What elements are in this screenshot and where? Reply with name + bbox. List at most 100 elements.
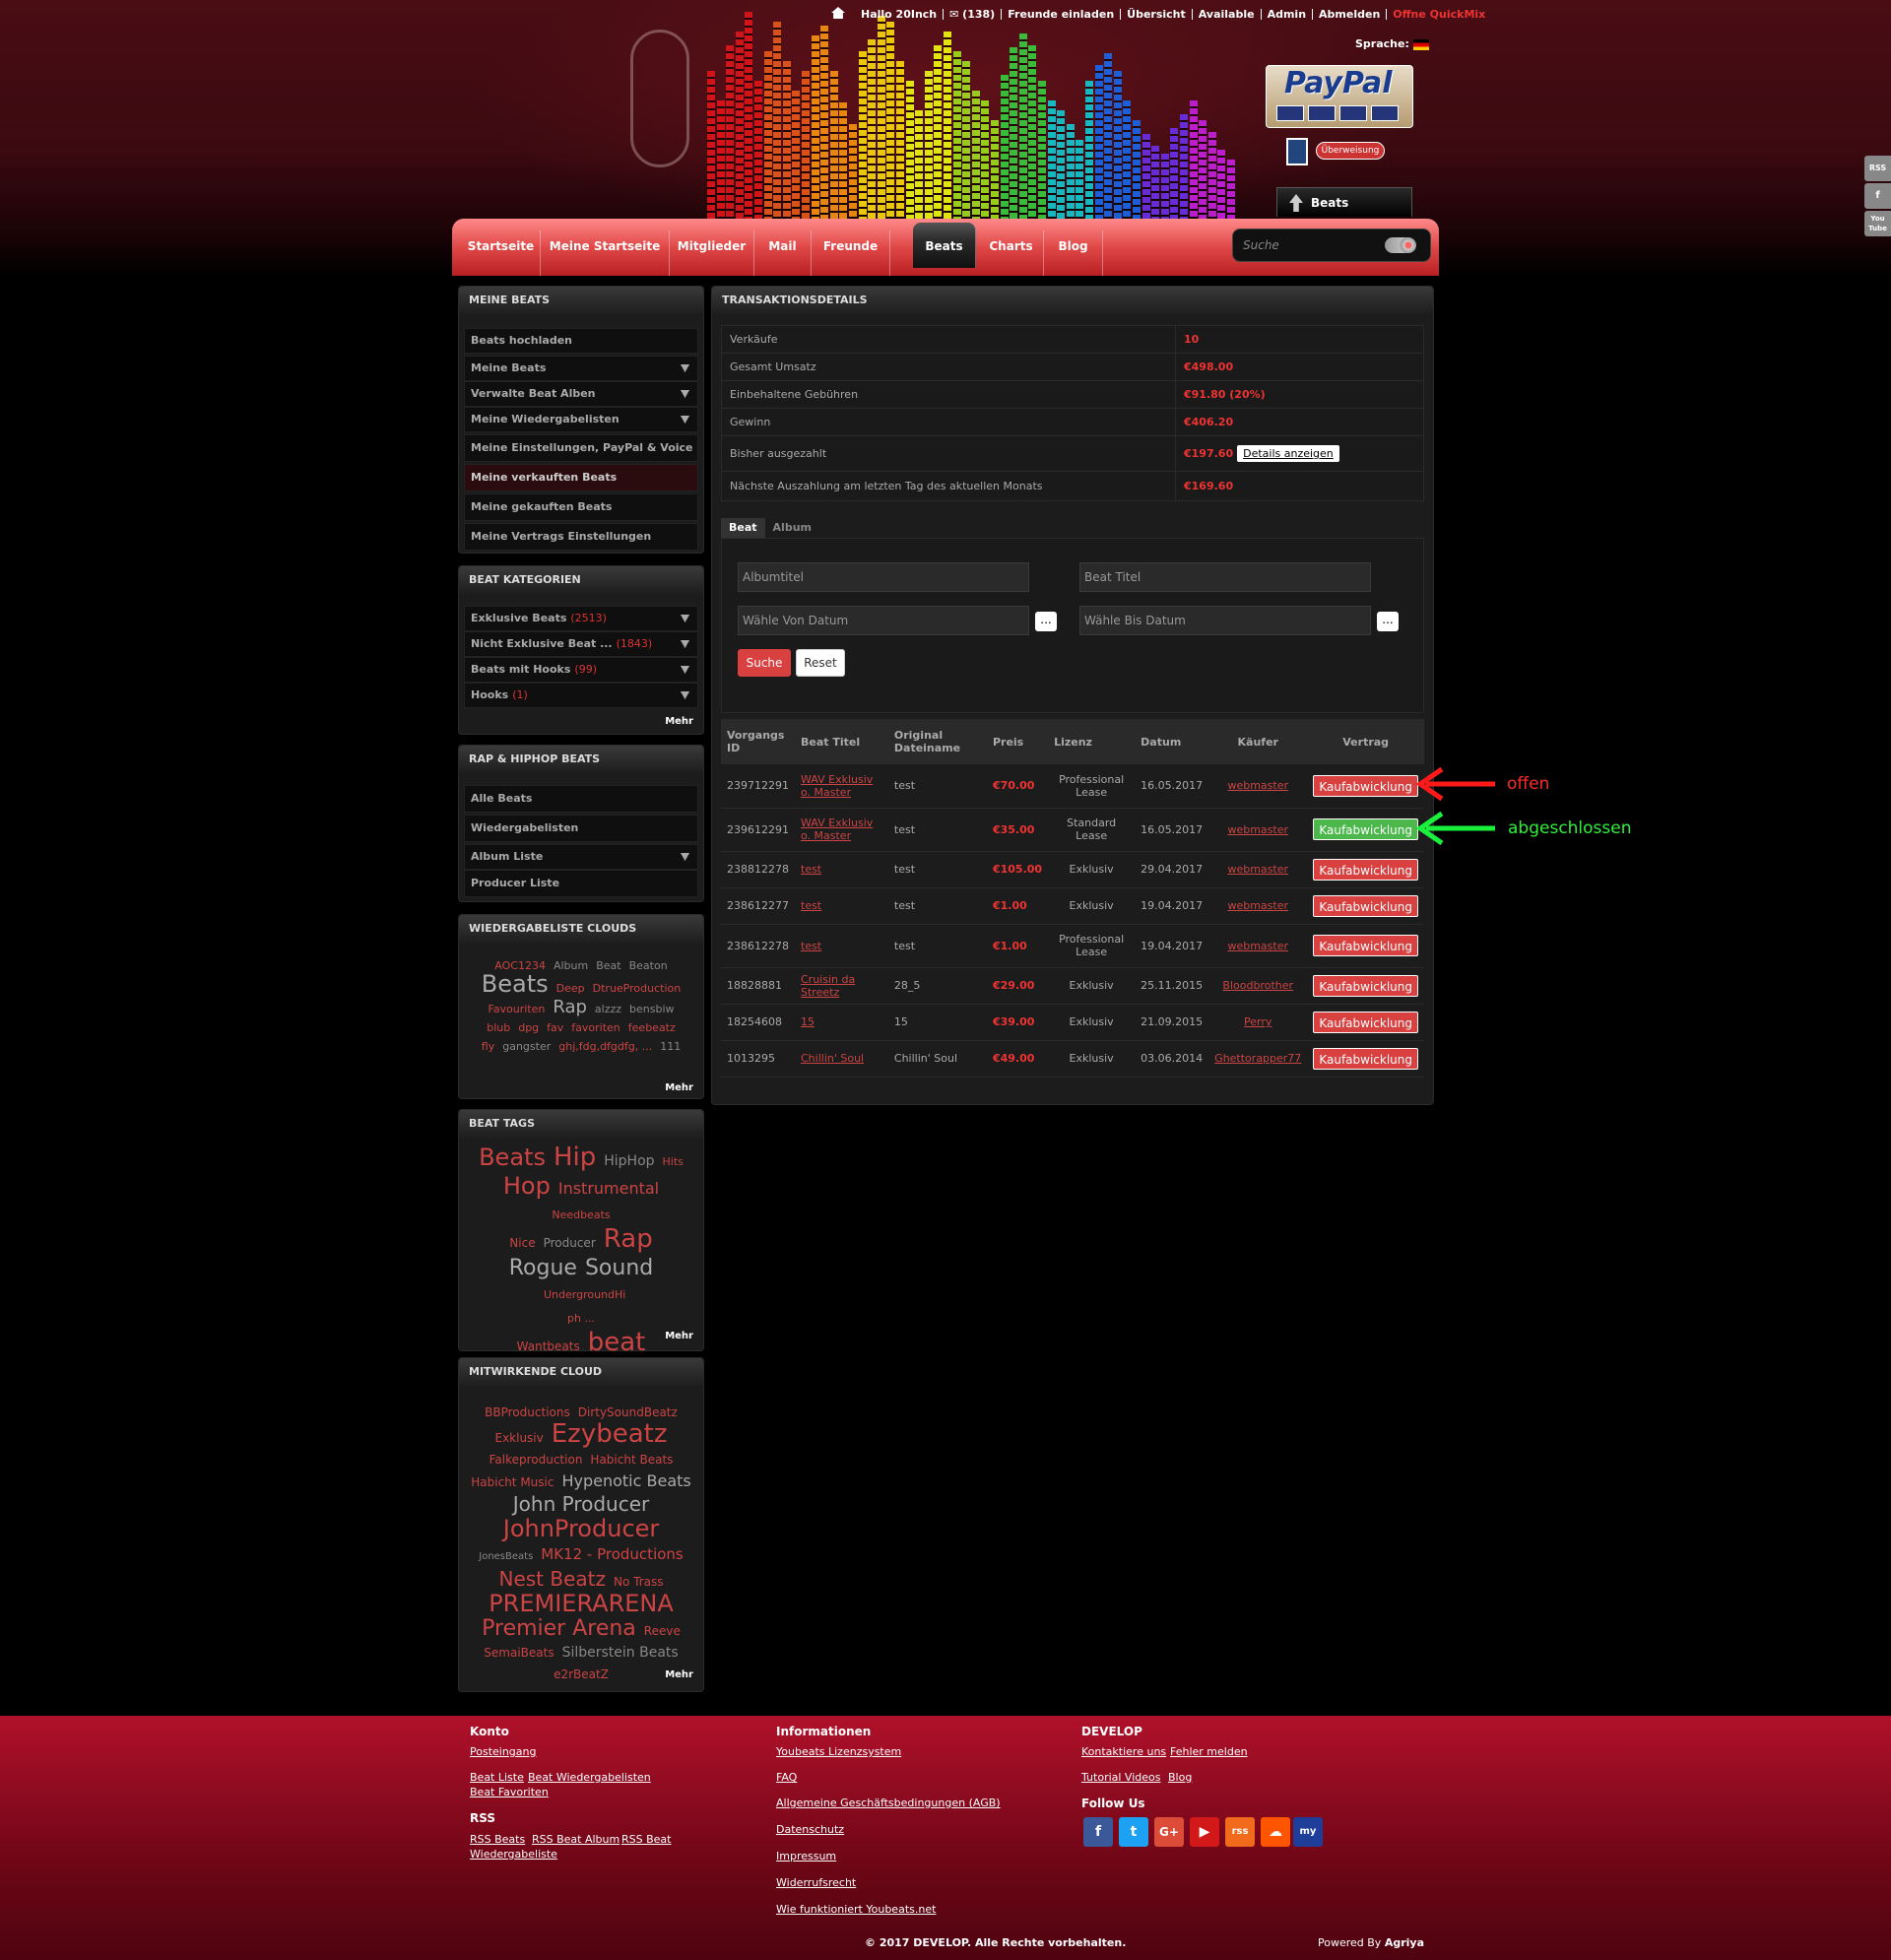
sidebar-item-beat-alben[interactable]: Verwalte Beat Alben <box>464 381 698 407</box>
sidebar-item-wiedergabelisten[interactable]: Meine Wiedergabelisten <box>464 407 698 432</box>
cloud-word[interactable]: Habicht Music <box>471 1471 554 1493</box>
search-input[interactable]: Suche <box>1232 229 1431 262</box>
reset-button[interactable]: Reset <box>796 649 845 677</box>
cloud-word[interactable]: Deep <box>556 979 585 998</box>
chevron-down-icon[interactable] <box>681 364 689 372</box>
ueberweisung-badge[interactable]: Überweisung <box>1286 138 1389 165</box>
chevron-down-icon[interactable] <box>681 416 689 424</box>
footer-link[interactable]: Impressum <box>776 1850 836 1862</box>
more-link[interactable]: Mehr <box>665 1331 693 1341</box>
rss-icon[interactable]: RSS <box>1864 156 1891 181</box>
cloud-word[interactable]: beat <box>588 1330 646 1355</box>
beat-title-link[interactable]: Cruisin da Streetz <box>801 973 855 999</box>
chevron-down-icon[interactable] <box>681 615 689 622</box>
cloud-word[interactable]: e2rBeatZ <box>554 1664 609 1685</box>
beat-title-link[interactable]: test <box>801 940 821 952</box>
date-to-input[interactable]: Wähle Bis Datum <box>1079 606 1371 635</box>
cloud-word[interactable]: Beaton <box>629 956 668 975</box>
tab-album[interactable]: Album <box>765 518 819 538</box>
footer-link[interactable]: Tutorial Videos <box>1081 1771 1161 1784</box>
footer-link[interactable]: Fehler melden <box>1170 1745 1248 1758</box>
sidebar-item-einstellungen[interactable]: Meine Einstellungen, PayPal & Voice Tag <box>464 434 698 480</box>
nav-meine-startseite[interactable]: Meine Startseite <box>541 230 670 276</box>
cloud-word[interactable]: DtrueProduction <box>593 979 682 998</box>
sidebar-item-hooks[interactable]: Hooks (1) <box>464 683 698 708</box>
sidebar-item-nicht-exklusive[interactable]: Nicht Exklusive Beat ... (1843) <box>464 631 698 657</box>
date-from-picker-button[interactable]: ... <box>1035 612 1057 631</box>
cloud-word[interactable]: fly <box>482 1037 494 1056</box>
cloud-word[interactable]: Ezybeatz <box>552 1421 668 1447</box>
youtube-icon[interactable]: ▶ <box>1190 1817 1219 1847</box>
kaufabwicklung-button[interactable]: Kaufabwicklung <box>1313 894 1418 917</box>
footer-link[interactable]: Allgemeine Geschäftsbedingungen (AGB) <box>776 1797 1001 1809</box>
cloud-word[interactable]: feebeatz <box>628 1018 676 1037</box>
cloud-word[interactable]: blub <box>487 1018 510 1037</box>
more-link[interactable]: Mehr <box>665 716 693 727</box>
facebook-icon[interactable]: f <box>1083 1817 1113 1847</box>
footer-link[interactable]: Kontaktiere uns <box>1081 1745 1166 1758</box>
chevron-down-icon[interactable] <box>681 640 689 648</box>
cloud-word[interactable]: Hypenotic Beats <box>561 1470 690 1492</box>
paypal-badge[interactable]: PayPal <box>1266 65 1413 128</box>
more-link[interactable]: Mehr <box>665 1082 693 1093</box>
beat-title-link[interactable]: test <box>801 863 821 876</box>
chevron-down-icon[interactable] <box>681 691 689 699</box>
cloud-word[interactable]: Sound <box>585 1256 653 1280</box>
sidebar-item-producer-liste[interactable]: Producer Liste <box>464 870 698 897</box>
kaufabwicklung-button[interactable]: Kaufabwicklung <box>1313 1047 1418 1070</box>
tab-beat[interactable]: Beat <box>721 518 765 538</box>
powered-brand[interactable]: Agriya <box>1385 1936 1424 1949</box>
album-title-input[interactable]: Albumtitel <box>738 562 1029 592</box>
nav-charts[interactable]: Charts <box>979 230 1044 276</box>
cloud-word[interactable]: Exklusiv <box>494 1427 543 1449</box>
sidebar-item-hooks-beats[interactable]: Beats mit Hooks (99) <box>464 657 698 683</box>
nav-freunde[interactable]: Freunde <box>812 230 890 276</box>
topnav-mail[interactable]: ✉ (138) <box>944 8 1003 20</box>
cloud-word[interactable]: alzzz <box>595 1000 621 1018</box>
topnav-admin[interactable]: Admin <box>1262 8 1314 20</box>
cloud-word[interactable]: Favouriten <box>488 1000 545 1018</box>
cloud-word[interactable]: Hip <box>554 1144 596 1170</box>
cloud-word[interactable]: dpg <box>518 1018 539 1037</box>
beat-title-link[interactable]: 15 <box>801 1015 815 1028</box>
footer-link[interactable]: Beat Favoriten <box>470 1786 549 1798</box>
cloud-word[interactable]: PREMIERARENA <box>489 1592 674 1615</box>
topnav-invite[interactable]: Freunde einladen <box>1002 8 1122 20</box>
beat-title-link[interactable]: WAV Exklusiv o. Master <box>801 817 873 842</box>
kaufabwicklung-button[interactable]: Kaufabwicklung <box>1313 935 1418 956</box>
footer-link[interactable]: FAQ <box>776 1771 797 1784</box>
topnav-greeting[interactable]: Hallo 20Inch <box>855 8 945 20</box>
beat-title-input[interactable]: Beat Titel <box>1079 562 1371 592</box>
cloud-word[interactable]: Needbeats <box>552 1203 610 1227</box>
buyer-link[interactable]: Perry <box>1244 1015 1272 1028</box>
sidebar-item-wiedergabelisten-2[interactable]: Wiedergabelisten <box>464 815 698 842</box>
footer-link[interactable]: Blog <box>1168 1771 1192 1784</box>
topnav-logout[interactable]: Abmelden <box>1313 8 1388 20</box>
cloud-word[interactable]: MK12 - Productions <box>541 1543 683 1565</box>
buyer-link[interactable]: webmaster <box>1227 779 1288 792</box>
cloud-word[interactable]: Wantbeats <box>517 1335 580 1359</box>
cloud-word[interactable]: Reeve <box>644 1620 681 1642</box>
sidebar-item-gekaufte-beats[interactable]: Meine gekauften Beats <box>464 493 698 521</box>
search-icon[interactable] <box>1385 237 1416 253</box>
kaufabwicklung-button[interactable]: Kaufabwicklung <box>1313 974 1418 997</box>
sidebar-item-alle-beats[interactable]: Alle Beats <box>464 785 698 813</box>
footer-link[interactable]: RSS Beats <box>470 1833 525 1846</box>
chevron-down-icon[interactable] <box>681 666 689 674</box>
cloud-word[interactable]: Producer <box>544 1231 596 1256</box>
cloud-word[interactable]: Beats <box>479 1145 546 1170</box>
footer-link[interactable]: Wiedergabeliste <box>470 1848 557 1861</box>
cloud-word[interactable]: UndergroundHi ph ... <box>544 1283 625 1331</box>
buyer-link[interactable]: webmaster <box>1227 823 1288 836</box>
cloud-word[interactable]: favoriten <box>571 1018 619 1037</box>
cloud-word[interactable]: Rap <box>604 1226 653 1252</box>
search-button[interactable]: Suche <box>738 649 791 677</box>
nav-mitglieder[interactable]: Mitglieder <box>670 230 754 276</box>
topnav-overview[interactable]: Übersicht <box>1121 8 1193 20</box>
facebook-icon[interactable]: f <box>1864 183 1891 209</box>
nav-blog[interactable]: Blog <box>1044 230 1103 276</box>
cloud-word[interactable]: Instrumental <box>558 1176 659 1201</box>
youtube-icon[interactable]: You Tube <box>1864 211 1891 236</box>
myspace-icon[interactable]: my <box>1293 1817 1323 1847</box>
details-button[interactable]: Details anzeigen <box>1237 445 1339 462</box>
